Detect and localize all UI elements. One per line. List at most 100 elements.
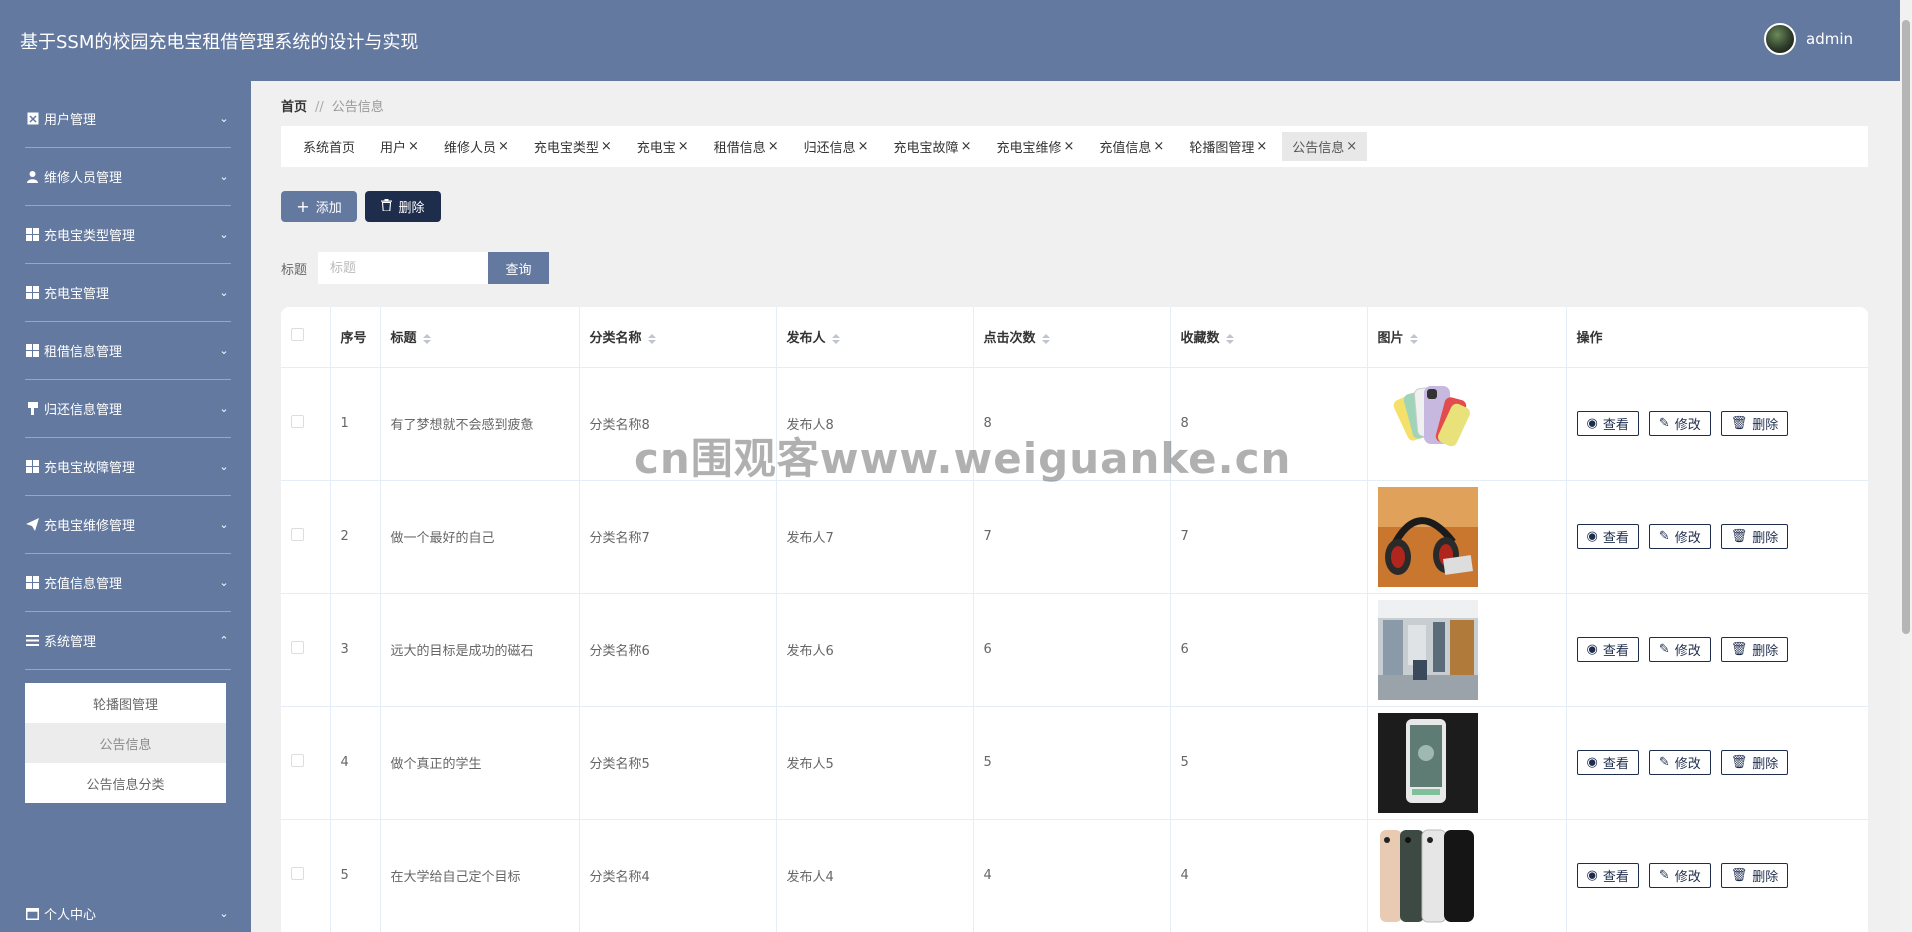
store-interior-photo[interactable] (1377, 599, 1478, 700)
sort-icon[interactable] (647, 333, 656, 344)
sidebar-item-powerbank-type[interactable]: 充电宝类型管理 ⌄ (25, 206, 231, 264)
tab-rental-info[interactable]: 租借信息 × (704, 132, 789, 161)
submenu-item-notice[interactable]: 公告信息 (25, 723, 226, 763)
delete-button[interactable]: 🗑 删除 (1720, 524, 1789, 549)
breadcrumb-home[interactable]: 首页 (281, 100, 307, 115)
chevron-down-icon: ⌄ (219, 228, 229, 241)
edit-button[interactable]: ✎ 修改 (1648, 637, 1711, 662)
edit-button[interactable]: ✎ 修改 (1648, 863, 1711, 888)
cell-title: 在大学给自己定个目标 (380, 819, 580, 932)
row-checkbox[interactable] (291, 641, 304, 654)
batch-delete-button[interactable]: 删除 (365, 191, 441, 222)
add-button[interactable]: + 添加 (281, 191, 357, 222)
cell-publisher: 发布人7 (776, 480, 974, 594)
row-checkbox[interactable] (291, 528, 304, 541)
column-header-image[interactable]: 图片 (1367, 307, 1567, 368)
page-scrollbar[interactable] (1900, 0, 1912, 932)
column-header-category[interactable]: 分类名称 (579, 307, 777, 368)
avatar[interactable] (1764, 23, 1796, 55)
sort-icon[interactable] (422, 333, 431, 344)
sort-icon[interactable] (1225, 333, 1234, 344)
sidebar-item-repair-staff[interactable]: 维修人员管理 ⌄ (25, 148, 231, 206)
sort-icon[interactable] (831, 333, 840, 344)
close-icon[interactable]: × (678, 139, 689, 154)
eye-icon: ◉ (1586, 755, 1598, 770)
search-label: 标题 (281, 263, 308, 278)
query-button[interactable]: 查询 (488, 252, 549, 284)
cell-index: 5 (330, 819, 381, 932)
delete-button[interactable]: 🗑 删除 (1720, 411, 1789, 436)
sidebar-item-system[interactable]: 系统管理 ⌃ (25, 612, 231, 670)
cell-category: 分类名称6 (579, 593, 777, 707)
close-icon[interactable]: × (961, 139, 972, 154)
sort-icon[interactable] (1409, 333, 1418, 344)
sidebar-item-recharge[interactable]: 充值信息管理 ⌄ (25, 554, 231, 612)
close-icon[interactable]: × (1256, 139, 1267, 154)
close-icon[interactable]: × (601, 139, 612, 154)
title-search-input[interactable] (318, 252, 488, 284)
phone-lineup-photo[interactable] (1377, 825, 1478, 926)
cell-favorites: 4 (1170, 819, 1368, 932)
sidebar-item-personal-center[interactable]: 个人中心 ⌄ (25, 885, 231, 932)
colorful-phones-photo[interactable] (1377, 373, 1478, 474)
edit-button[interactable]: ✎ 修改 (1648, 411, 1711, 436)
system-submenu: 轮播图管理 公告信息 公告信息分类 (25, 683, 226, 803)
tab-repair-staff[interactable]: 维修人员 × (434, 132, 519, 161)
scrollbar-thumb[interactable] (1902, 20, 1910, 634)
edit-button[interactable]: ✎ 修改 (1648, 750, 1711, 775)
select-all-checkbox[interactable] (291, 328, 304, 342)
row-checkbox[interactable] (291, 867, 304, 880)
sidebar-item-user-management[interactable]: 用户管理 ⌄ (25, 90, 231, 148)
headphones-photo[interactable] (1377, 486, 1478, 587)
sort-icon[interactable] (1041, 333, 1050, 344)
view-button[interactable]: ◉ 查看 (1576, 863, 1639, 888)
user-menu[interactable]: admin (1764, 23, 1853, 55)
close-icon[interactable]: × (1063, 139, 1074, 154)
sidebar-item-rental-info[interactable]: 租借信息管理 ⌄ (25, 322, 231, 380)
delete-button[interactable]: 🗑 删除 (1720, 863, 1789, 888)
column-header-publisher[interactable]: 发布人 (776, 307, 974, 368)
tab-home[interactable]: 系统首页 (293, 132, 365, 161)
view-button[interactable]: ◉ 查看 (1576, 411, 1639, 436)
column-header-favorites[interactable]: 收藏数 (1170, 307, 1368, 368)
row-checkbox[interactable] (291, 754, 304, 767)
column-header-title[interactable]: 标题 (380, 307, 580, 368)
submenu-item-carousel[interactable]: 轮播图管理 (25, 683, 226, 723)
sidebar-item-repair[interactable]: 充电宝维修管理 ⌄ (25, 496, 231, 554)
edit-button[interactable]: ✎ 修改 (1648, 524, 1711, 549)
tab-user[interactable]: 用户 × (370, 132, 429, 161)
tab-return-info[interactable]: 归还信息 × (794, 132, 879, 161)
close-icon[interactable]: × (768, 139, 779, 154)
close-icon[interactable]: × (1153, 139, 1164, 154)
table-row: 1 有了梦想就不会感到疲惫 分类名称8 发布人8 8 8 ◉ 查看 ✎ 修改 🗑… (281, 367, 1868, 481)
phone-in-hand-photo[interactable] (1377, 712, 1478, 813)
tab-fault[interactable]: 充电宝故障 × (884, 132, 982, 161)
row-checkbox[interactable] (291, 415, 304, 428)
submenu-item-notice-category[interactable]: 公告信息分类 (25, 763, 226, 803)
sidebar-item-powerbank[interactable]: 充电宝管理 ⌄ (25, 264, 231, 322)
tab-repair[interactable]: 充电宝维修 × (986, 132, 1084, 161)
view-button[interactable]: ◉ 查看 (1576, 524, 1639, 549)
tab-recharge[interactable]: 充值信息 × (1089, 132, 1174, 161)
chevron-down-icon: ⌄ (219, 344, 229, 357)
app-title: 基于SSM的校园充电宝租借管理系统的设计与实现 (20, 32, 419, 53)
trash-icon: 🗑 (1730, 529, 1748, 544)
tab-notice[interactable]: 公告信息 × (1282, 132, 1368, 161)
column-header-clicks[interactable]: 点击次数 (973, 307, 1171, 368)
close-icon[interactable]: × (1346, 139, 1357, 154)
sidebar-item-return-info[interactable]: 归还信息管理 ⌄ (25, 380, 231, 438)
trash-icon: 🗑 (1730, 642, 1748, 657)
view-button[interactable]: ◉ 查看 (1576, 637, 1639, 662)
sidebar-item-fault[interactable]: 充电宝故障管理 ⌄ (25, 438, 231, 496)
breadcrumb-separator: // (315, 100, 324, 115)
view-button[interactable]: ◉ 查看 (1576, 750, 1639, 775)
delete-button[interactable]: 🗑 删除 (1720, 750, 1789, 775)
close-icon[interactable]: × (498, 139, 509, 154)
username[interactable]: admin (1806, 30, 1853, 48)
close-icon[interactable]: × (408, 139, 419, 154)
tab-powerbank-type[interactable]: 充电宝类型 × (524, 132, 622, 161)
tab-powerbank[interactable]: 充电宝 × (627, 132, 699, 161)
close-icon[interactable]: × (858, 139, 869, 154)
delete-button[interactable]: 🗑 删除 (1720, 637, 1789, 662)
tab-carousel[interactable]: 轮播图管理 × (1179, 132, 1277, 161)
